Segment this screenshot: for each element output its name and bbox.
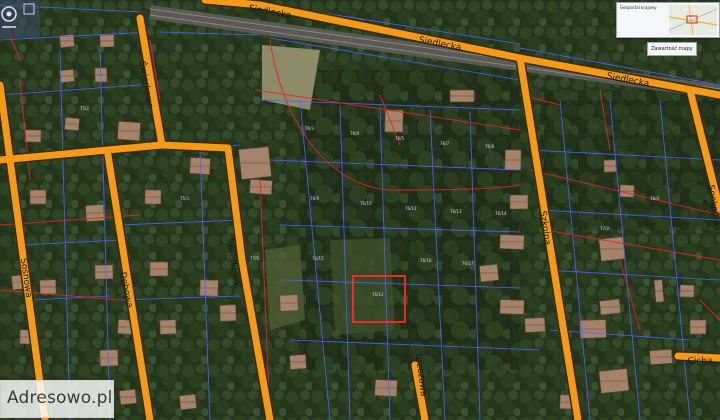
overview-minimap[interactable]: Geoportal krajowy — [616, 2, 720, 38]
watermark-text: Adresowo.pl — [7, 388, 113, 408]
compass-icon — [0, 0, 40, 38]
minimap-viewport[interactable] — [669, 5, 717, 35]
selected-parcel[interactable] — [352, 275, 406, 323]
minimap-title: Geoportal krajowy — [620, 5, 657, 10]
selected-parcel-label: 76/12 — [372, 292, 384, 297]
watermark: Adresowo.pl — [0, 380, 114, 418]
map-contents-button[interactable]: Zawartość mapy — [647, 42, 697, 56]
selection-layer: 76/12 — [352, 275, 406, 323]
map-view[interactable]: 76/3 76/4 76/5 76/7 76/8 76/9 76/10 76/11 76/13 7… — [0, 0, 720, 420]
